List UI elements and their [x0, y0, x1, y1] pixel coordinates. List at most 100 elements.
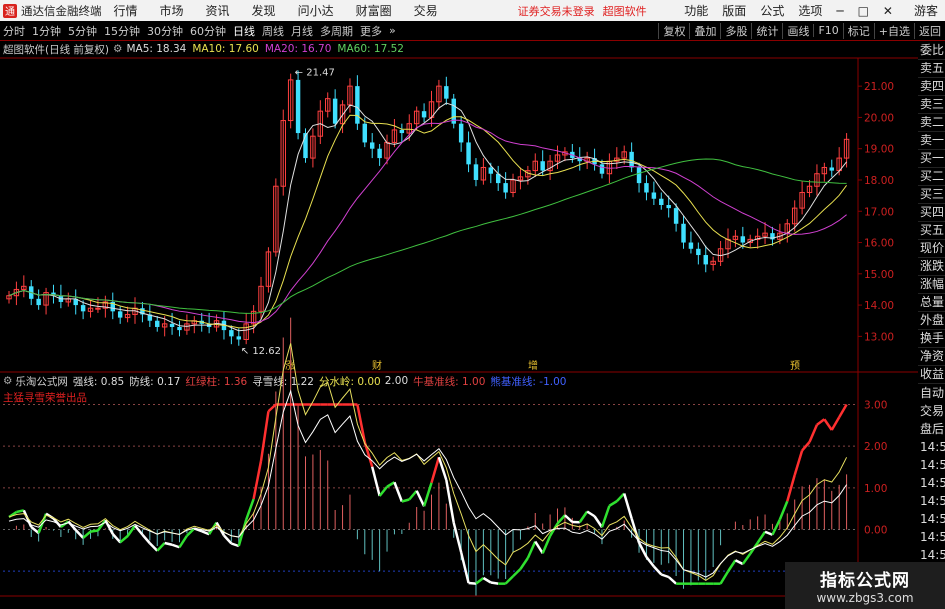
strong-line-segment	[164, 541, 173, 546]
indicator-tick-label: 0.00	[864, 525, 887, 537]
sidebar-item-9[interactable]: 买四	[918, 204, 945, 222]
strong-line-segment	[534, 540, 544, 554]
y-tick-label: 21.00	[864, 81, 894, 93]
sidebar-item-13[interactable]: 涨幅	[918, 276, 945, 294]
strong-line-segment	[401, 498, 410, 503]
candle-body	[155, 320, 160, 327]
sidebar-item-0[interactable]: 委比	[918, 42, 945, 60]
candle-body	[377, 148, 382, 159]
sidebar-item-3[interactable]: 卖三	[918, 96, 945, 114]
trade-item-4[interactable]: 14:56	[918, 456, 945, 474]
trade-item-5[interactable]: 14:56	[918, 474, 945, 492]
strong-line-segment	[445, 479, 455, 523]
strong-line-segment	[512, 568, 522, 578]
strong-line-segment	[386, 481, 396, 488]
indicator-tick-label: 2.00	[864, 441, 887, 453]
ma10-line	[8, 114, 847, 329]
strong-line-segment	[82, 530, 92, 539]
indicator-tick-label: 1.00	[864, 483, 887, 495]
candle-body	[295, 79, 301, 134]
strong-line-segment	[16, 509, 25, 514]
strong-line-segment	[178, 535, 188, 548]
candle-body	[169, 323, 175, 327]
candle-body	[666, 205, 671, 209]
strong-line-segment	[734, 559, 744, 566]
strong-line-segment	[541, 535, 552, 554]
sidebar-item-12[interactable]: 涨跌	[918, 258, 945, 276]
candle-body	[659, 198, 664, 205]
sidebar-item-10[interactable]: 买五	[918, 222, 945, 240]
candle-body	[362, 123, 368, 143]
candle-body	[599, 164, 605, 174]
strong-line-segment	[830, 416, 841, 431]
strong-line-segment	[490, 581, 499, 585]
y-tick-label: 20.00	[864, 112, 894, 124]
sidebar-item-7[interactable]: 买二	[918, 168, 945, 186]
strong-line-segment	[756, 531, 767, 544]
trade-item-3[interactable]: 14:56	[918, 438, 945, 456]
candle-body	[236, 336, 242, 340]
trade-item-7[interactable]: 14:56	[918, 510, 945, 528]
trade-item-8[interactable]: 14:56	[918, 528, 945, 546]
strong-line-segment	[119, 535, 129, 544]
sidebar-item-16[interactable]: 换手	[918, 330, 945, 348]
strong-line-segment	[793, 450, 804, 476]
sidebar-item-5[interactable]: 卖一	[918, 132, 945, 150]
strong-line-segment	[356, 404, 367, 443]
candle-body	[540, 161, 545, 171]
high-price-label: ← 21.47	[295, 67, 335, 78]
sidebar-item-15[interactable]: 外盘	[918, 312, 945, 330]
strong-line-segment	[645, 556, 655, 568]
sidebar-item-6[interactable]: 买一	[918, 150, 945, 168]
trade-item-2[interactable]: 盘后	[918, 420, 945, 438]
sidebar-item-4[interactable]: 卖二	[918, 114, 945, 132]
candle-body	[473, 164, 479, 180]
sidebar-item-11[interactable]: 现价	[918, 240, 945, 258]
strong-line-segment	[415, 490, 426, 507]
candle-body	[681, 223, 686, 243]
strong-line-segment	[808, 424, 819, 443]
candle-body	[229, 330, 234, 337]
y-tick-label: 18.00	[864, 175, 894, 187]
strong-line-segment	[504, 575, 514, 585]
y-tick-label: 15.00	[864, 269, 894, 281]
candle-body	[466, 142, 471, 165]
strong-line-segment	[593, 515, 604, 528]
trade-item-6[interactable]: 14:56	[918, 492, 945, 510]
sidebar-item-2[interactable]: 卖四	[918, 78, 945, 96]
strong-line-segment	[719, 570, 730, 585]
candle-body	[332, 98, 338, 124]
candle-body	[673, 208, 679, 224]
candle-body	[80, 305, 86, 312]
sidebar-item-1[interactable]: 卖五	[918, 60, 945, 78]
candle-body	[177, 326, 182, 331]
sidebar-item-8[interactable]: 买三	[918, 186, 945, 204]
strong-line-segment	[519, 557, 529, 570]
strong-line-segment	[526, 540, 537, 559]
y-tick-label: 17.00	[864, 206, 894, 218]
strong-line-segment	[482, 576, 492, 584]
strong-line-segment	[141, 533, 151, 545]
strong-line-segment	[223, 534, 233, 545]
strong-line-segment	[586, 510, 596, 518]
watermark: 指标公式网 www.zbgs3.com	[785, 562, 945, 609]
trade-item-1[interactable]: 交易	[918, 402, 945, 420]
sidebar-item-18[interactable]: 收益	[918, 366, 945, 384]
chart-svg[interactable]: 13.00 14.00 15.00 16.00 17.00 18.00 19.00 20.00…	[0, 0, 945, 609]
event-tag: 财	[372, 359, 382, 372]
quote-sidebar: 委比 卖五 卖四 卖三 卖二 卖一 买一 买二 买三 买四 买五 现价 涨跌 涨幅 总量 外盘 换手 净资 收益	[918, 42, 945, 384]
strong-line-segment	[615, 492, 626, 503]
ma20-line	[8, 119, 847, 324]
strong-line-segment	[30, 526, 40, 534]
sidebar-item-17[interactable]: 净资	[918, 348, 945, 366]
watermark-title: 指标公式网	[820, 571, 910, 591]
trade-item-0[interactable]: 自动	[918, 384, 945, 402]
candle-body	[488, 167, 494, 174]
y-tick-label: 19.00	[864, 144, 894, 156]
y-tick-label: 14.00	[864, 300, 894, 312]
strong-line-segment	[422, 482, 433, 507]
candle-body	[644, 183, 649, 193]
sidebar-item-14[interactable]: 总量	[918, 294, 945, 312]
strong-line-segment	[823, 418, 833, 431]
candle-body	[629, 151, 634, 168]
